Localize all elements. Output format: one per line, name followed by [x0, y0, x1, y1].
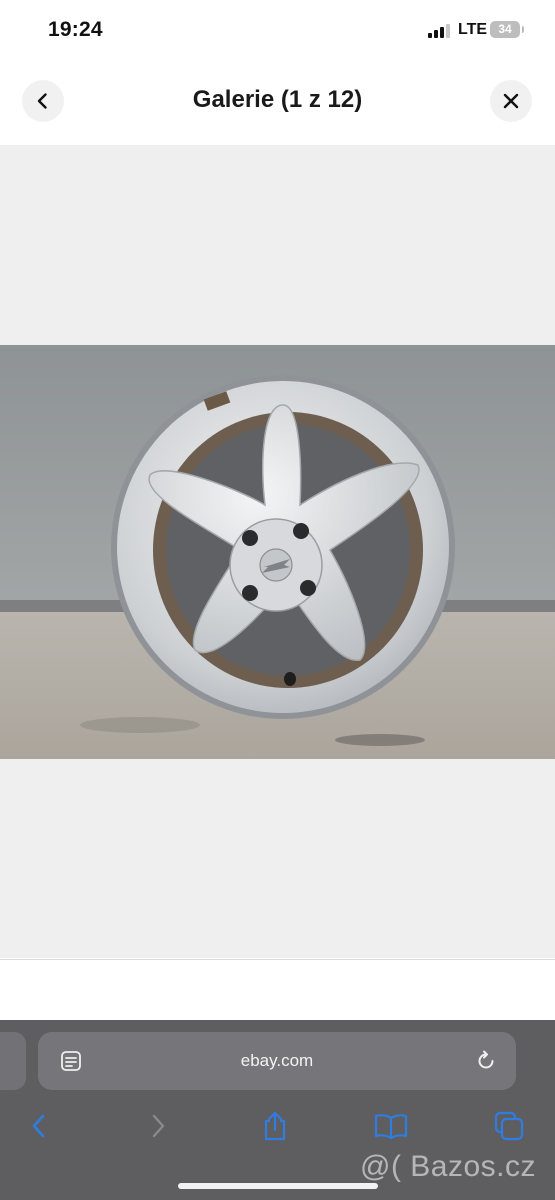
status-time: 19:24 — [48, 18, 103, 41]
tabs-icon — [494, 1111, 524, 1141]
page-title: Galerie (1 z 12) — [192, 86, 363, 113]
bookmarks-button[interactable] — [371, 1106, 411, 1146]
gallery-viewer[interactable] — [0, 145, 555, 958]
url-text: ebay.com — [240, 1051, 314, 1070]
network-type: LTE — [458, 21, 488, 38]
close-button[interactable] — [490, 80, 532, 122]
share-icon — [264, 1111, 286, 1141]
cellular-signal-icon — [428, 24, 452, 38]
forward-icon — [152, 1114, 165, 1138]
battery-level: 34 — [498, 22, 512, 36]
tabs-button[interactable] — [489, 1106, 529, 1146]
home-indicator[interactable] — [178, 1183, 378, 1189]
watermark: @( Bazos.cz — [360, 1150, 536, 1183]
forward-button-browser[interactable] — [138, 1106, 178, 1146]
battery-icon: 34 — [490, 21, 524, 38]
status-bar: 19:24 LTE 34 — [0, 0, 555, 62]
gallery-header: Galerie (1 z 12) — [0, 62, 555, 145]
divider — [0, 959, 555, 960]
previous-tab[interactable] — [0, 1032, 26, 1090]
reload-icon[interactable] — [474, 1049, 498, 1073]
bookmarks-icon — [374, 1114, 408, 1140]
back-button-browser[interactable] — [19, 1106, 59, 1146]
close-icon — [503, 93, 519, 109]
share-button[interactable] — [255, 1106, 295, 1146]
address-bar[interactable]: ebay.com — [38, 1032, 516, 1090]
wheel-photo[interactable] — [0, 345, 555, 759]
back-icon — [32, 1114, 45, 1138]
